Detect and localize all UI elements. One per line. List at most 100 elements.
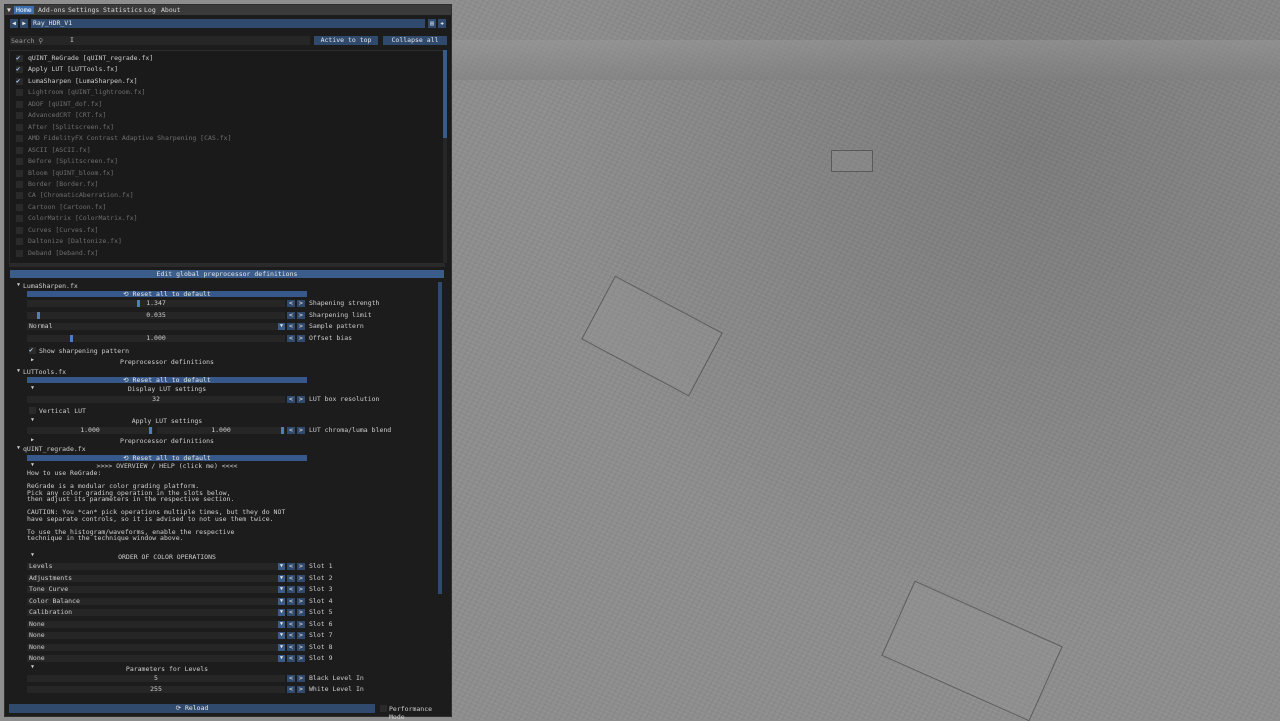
slot-select[interactable]: None ▼ bbox=[27, 643, 285, 651]
technique-checkbox[interactable] bbox=[16, 192, 23, 200]
chevron-down-icon[interactable]: ▼ bbox=[278, 574, 285, 582]
preprocessor-definitions-toggle[interactable]: Preprocessor definitions bbox=[27, 437, 307, 445]
decrement-button[interactable]: < bbox=[287, 323, 295, 330]
technique-checkbox[interactable] bbox=[16, 215, 23, 223]
chevron-down-icon[interactable]: ▼ bbox=[278, 620, 285, 628]
decrement-button[interactable]: < bbox=[287, 563, 295, 570]
reset-defaults-button[interactable]: ⟲ Reset all to default bbox=[27, 455, 307, 461]
section-header-luttools[interactable]: LUTTools.fx bbox=[23, 368, 66, 376]
chevron-down-icon[interactable]: ▼ bbox=[278, 632, 285, 639]
technique-checkbox[interactable] bbox=[16, 238, 23, 246]
increment-button[interactable]: > bbox=[297, 632, 305, 639]
slot-select[interactable]: None ▼ bbox=[27, 620, 285, 628]
decrement-button[interactable]: < bbox=[287, 427, 295, 434]
decrement-button[interactable]: < bbox=[287, 620, 295, 628]
slider-knob[interactable] bbox=[37, 312, 40, 319]
increment-button[interactable]: > bbox=[297, 597, 305, 605]
slider-knob[interactable] bbox=[137, 300, 140, 307]
technique-checkbox[interactable] bbox=[16, 203, 23, 211]
reset-defaults-button[interactable]: ⟲ Reset all to default bbox=[27, 377, 307, 383]
increment-button[interactable]: > bbox=[297, 586, 305, 593]
strength-slider[interactable]: 1.347 bbox=[27, 300, 285, 307]
tab-add-ons[interactable]: Add-ons bbox=[36, 6, 67, 14]
technique-checkbox[interactable] bbox=[16, 169, 23, 177]
vertical-lut-checkbox[interactable] bbox=[29, 407, 36, 414]
increment-button[interactable]: > bbox=[297, 686, 305, 693]
preprocessor-definitions-toggle[interactable]: Preprocessor definitions bbox=[27, 358, 307, 366]
chevron-down-icon[interactable]: ▼ bbox=[278, 323, 285, 330]
parameter-panel[interactable]: ▼ LumaSharpen.fx ⟲ Reset all to default … bbox=[9, 282, 439, 696]
tab-statistics[interactable]: Statistics bbox=[101, 6, 144, 14]
technique-checkbox[interactable] bbox=[16, 100, 23, 108]
slot-select[interactable]: Color Balance ▼ bbox=[27, 597, 285, 605]
chevron-down-icon[interactable]: ▼ bbox=[278, 597, 285, 605]
increment-button[interactable]: > bbox=[297, 335, 305, 342]
technique-list[interactable]: qUINT_ReGrade [qUINT_regrade.fx] Apply LU… bbox=[9, 50, 444, 264]
tab-log[interactable]: Log bbox=[142, 6, 158, 14]
technique-checkbox[interactable] bbox=[16, 135, 23, 143]
slot-select[interactable]: Tone Curve ▼ bbox=[27, 586, 285, 593]
technique-checkbox[interactable] bbox=[16, 146, 23, 154]
slot-select[interactable]: Levels ▼ bbox=[27, 563, 285, 570]
increment-button[interactable]: > bbox=[297, 655, 305, 662]
technique-scrollbar[interactable] bbox=[443, 50, 447, 263]
tab-home[interactable]: Home bbox=[14, 6, 34, 14]
display-lut-settings-toggle[interactable]: Display LUT settings bbox=[27, 385, 307, 393]
slot-select[interactable]: None ▼ bbox=[27, 632, 285, 639]
slot-select[interactable]: None ▼ bbox=[27, 655, 285, 662]
reshade-overlay-window[interactable]: ▼ Home Add-ons Settings Statistics Log A… bbox=[4, 4, 452, 721]
limit-slider[interactable]: 0.035 bbox=[27, 312, 285, 319]
search-input[interactable] bbox=[10, 36, 310, 45]
decrement-button[interactable]: < bbox=[287, 632, 295, 639]
chevron-down-icon[interactable]: ▼ bbox=[278, 609, 285, 616]
parameter-scroll-thumb[interactable] bbox=[438, 282, 442, 594]
decrement-button[interactable]: < bbox=[287, 686, 295, 693]
decrement-button[interactable]: < bbox=[287, 574, 295, 582]
increment-button[interactable]: > bbox=[297, 609, 305, 616]
tab-settings[interactable]: Settings bbox=[66, 6, 101, 14]
expand-arrow-icon[interactable]: ▼ bbox=[17, 445, 20, 451]
decrement-button[interactable]: < bbox=[287, 335, 295, 342]
increment-button[interactable]: > bbox=[297, 323, 305, 330]
technique-checkbox[interactable] bbox=[16, 54, 23, 63]
apply-lut-settings-toggle[interactable]: Apply LUT settings bbox=[27, 417, 307, 425]
white-level-slider[interactable]: 255 bbox=[27, 686, 285, 693]
decrement-button[interactable]: < bbox=[287, 312, 295, 319]
performance-mode-checkbox[interactable] bbox=[380, 705, 387, 712]
increment-button[interactable]: > bbox=[297, 643, 305, 651]
technique-checkbox[interactable] bbox=[16, 158, 23, 166]
increment-button[interactable]: > bbox=[297, 312, 305, 319]
sample-pattern-select[interactable]: Normal ▼ bbox=[27, 323, 285, 330]
save-icon[interactable]: ▤ bbox=[428, 19, 436, 28]
slider-knob[interactable] bbox=[281, 427, 284, 434]
technique-checkbox[interactable] bbox=[16, 77, 23, 86]
decrement-button[interactable]: < bbox=[287, 643, 295, 651]
technique-checkbox[interactable] bbox=[16, 89, 23, 97]
section-header-lumasharpen[interactable]: LumaSharpen.fx bbox=[23, 282, 78, 290]
increment-button[interactable]: > bbox=[297, 675, 305, 682]
splitter[interactable] bbox=[9, 264, 445, 267]
collapse-window-icon[interactable]: ▼ bbox=[7, 6, 11, 14]
technique-checkbox[interactable] bbox=[16, 226, 23, 234]
lut-box-resolution-slider[interactable]: 32 bbox=[27, 396, 285, 403]
slider-knob[interactable] bbox=[149, 427, 152, 434]
increment-button[interactable]: > bbox=[297, 620, 305, 628]
chevron-down-icon[interactable]: ▼ bbox=[278, 563, 285, 570]
decrement-button[interactable]: < bbox=[287, 597, 295, 605]
decrement-button[interactable]: < bbox=[287, 675, 295, 682]
technique-checkbox[interactable] bbox=[16, 123, 23, 131]
increment-button[interactable]: > bbox=[297, 396, 305, 403]
active-to-top-button[interactable]: Active to top bbox=[314, 36, 378, 45]
tab-about[interactable]: About bbox=[159, 6, 183, 14]
increment-button[interactable]: > bbox=[297, 574, 305, 582]
increment-button[interactable]: > bbox=[297, 300, 305, 307]
offset-slider[interactable]: 1.000 bbox=[27, 335, 285, 342]
slot-select[interactable]: Calibration ▼ bbox=[27, 609, 285, 616]
prev-preset-button[interactable]: ◀ bbox=[10, 19, 18, 28]
increment-button[interactable]: > bbox=[297, 427, 305, 434]
increment-button[interactable]: > bbox=[297, 563, 305, 570]
slot-select[interactable]: Adjustments ▼ bbox=[27, 574, 285, 582]
technique-checkbox[interactable] bbox=[16, 65, 23, 74]
preset-selector[interactable]: Ray_HDR_V1 bbox=[31, 19, 425, 28]
parameter-scrollbar[interactable] bbox=[438, 282, 442, 594]
